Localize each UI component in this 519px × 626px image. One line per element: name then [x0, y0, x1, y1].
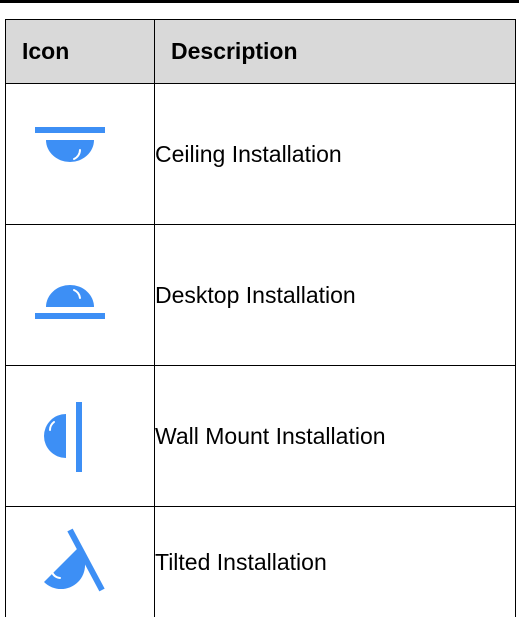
table-row: Desktop Installation	[5, 224, 516, 366]
top-rule	[0, 0, 519, 3]
icon-cell	[5, 506, 155, 617]
ceiling-installation-icon	[35, 127, 105, 162]
table-header-row: Icon Description	[5, 19, 516, 84]
description-cell: Tilted Installation	[154, 506, 516, 617]
icon-cell	[5, 83, 155, 225]
desktop-installation-icon	[35, 285, 105, 319]
icon-cell	[5, 365, 155, 507]
tilted-installation-icon	[44, 528, 105, 592]
description-cell: Ceiling Installation	[154, 83, 516, 225]
table-row: Ceiling Installation	[5, 83, 516, 225]
table-row: Wall Mount Installation	[5, 365, 516, 507]
table-row: Tilted Installation	[5, 506, 516, 617]
installation-mode-table: Icon Description Ceiling Installation De…	[5, 19, 516, 617]
icon-column-header: Icon	[5, 19, 155, 84]
description-column-header: Description	[154, 19, 516, 84]
icon-cell	[5, 224, 155, 366]
wall-mount-installation-icon	[44, 402, 82, 472]
description-cell: Desktop Installation	[154, 224, 516, 366]
description-cell: Wall Mount Installation	[154, 365, 516, 507]
